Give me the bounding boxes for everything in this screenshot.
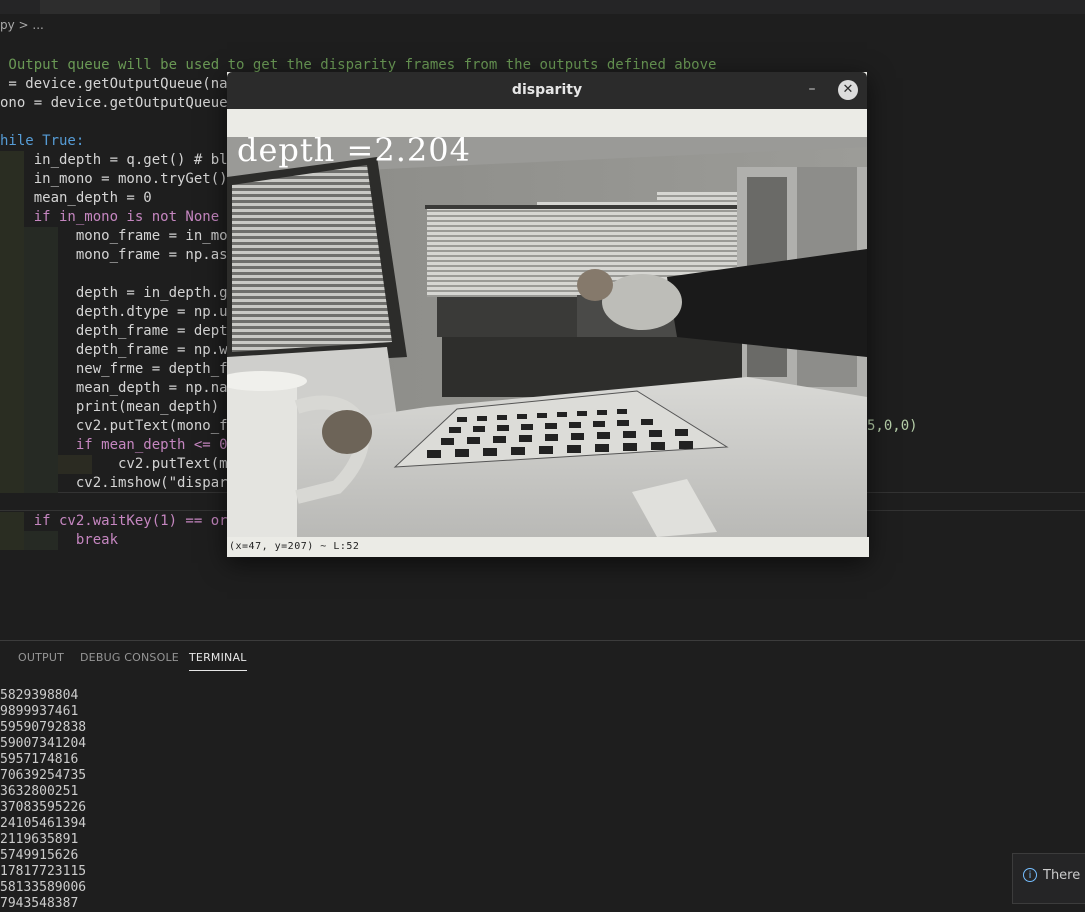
code-line: cv2.putText(mono: [0, 456, 253, 472]
terminal-line: 70639254735: [0, 768, 87, 783]
code-line: hile True:: [0, 133, 85, 149]
code-line: depth = in_depth.get: [0, 285, 245, 301]
terminal-line: 2119635891: [0, 832, 79, 847]
window-title: disparity: [511, 82, 583, 98]
minimize-icon[interactable]: –: [805, 82, 819, 96]
code-line: in_mono = mono.tryGet(): [0, 171, 228, 187]
code-line: cv2.putText(mono_fra: [0, 418, 245, 434]
code-line: if mean_depth <= 0.2: [0, 437, 245, 453]
terminal-line: 7943548387: [0, 896, 79, 911]
terminal-line: 59007341204: [0, 736, 87, 751]
code-line: mono_frame = np.asco: [0, 247, 245, 263]
code-line: mono_frame = in_mono: [0, 228, 245, 244]
code-line: depth_frame = np.whe: [0, 342, 245, 358]
tab-terminal[interactable]: TERMINAL: [189, 651, 247, 671]
code-line: depth_frame = depth.: [0, 323, 245, 339]
code-line: break: [0, 532, 119, 548]
camera-frame-image[interactable]: depth =2.204: [227, 137, 867, 537]
code-line: new_frme = depth_fra: [0, 361, 245, 377]
terminal-line: 5749915626: [0, 848, 79, 863]
code-line: mean_depth = np.nanm: [0, 380, 245, 396]
code-line: if in_mono is not None a: [0, 209, 237, 225]
tab-output[interactable]: OUTPUT: [18, 651, 64, 664]
code-line: cv2.imshow("disparit: [0, 475, 245, 491]
info-icon: i: [1023, 868, 1037, 882]
code-line: mean_depth = 0: [0, 190, 152, 206]
editor-tab-bar: [0, 0, 1085, 14]
window-toolbar-strip: [227, 109, 867, 137]
terminal-line: 59590792838: [0, 720, 87, 735]
code-line: depth.dtype = np.uin: [0, 304, 245, 320]
editor-tab[interactable]: [40, 0, 160, 14]
close-icon[interactable]: ✕: [838, 80, 858, 100]
window-status-bar: (x=47, y=207) ~ L:52: [227, 537, 869, 557]
code-tail-right: 5,0,0): [867, 418, 918, 434]
terminal-line: 17817723115: [0, 864, 87, 879]
notification-toast[interactable]: i There is: [1012, 853, 1085, 904]
code-line: print(mean_depth): [0, 399, 220, 415]
terminal-line: 5957174816: [0, 752, 79, 767]
indent-guide: [24, 265, 58, 284]
indent-guide: [0, 265, 24, 284]
disparity-window[interactable]: disparity – ✕ depth =2.204 (x=47, y=207)…: [227, 72, 869, 557]
code-line: in_depth = q.get() # blo: [0, 152, 237, 168]
breadcrumb[interactable]: py > ...: [0, 14, 1085, 36]
terminal-line: 9899937461: [0, 704, 79, 719]
terminal-line: 5829398804: [0, 688, 79, 703]
bottom-panel: OUTPUT DEBUG CONSOLE TERMINAL 5829398804…: [0, 640, 1085, 911]
terminal-line: 37083595226: [0, 800, 87, 815]
code-line: = device.getOutputQueue(na: [0, 76, 228, 92]
terminal-line: 58133589006: [0, 880, 87, 895]
terminal-line: 3632800251: [0, 784, 79, 799]
depth-overlay-text: depth =2.204: [237, 137, 471, 169]
notification-text: There is: [1043, 868, 1085, 883]
camera-frame-scene: [227, 137, 867, 537]
code-line: ono = device.getOutputQueue: [0, 95, 228, 111]
code-line: if cv2.waitKey(1) == ord: [0, 513, 237, 529]
terminal-line: 24105461394: [0, 816, 87, 831]
tab-debug-console[interactable]: DEBUG CONSOLE: [80, 651, 179, 664]
window-titlebar[interactable]: disparity – ✕: [227, 72, 867, 109]
